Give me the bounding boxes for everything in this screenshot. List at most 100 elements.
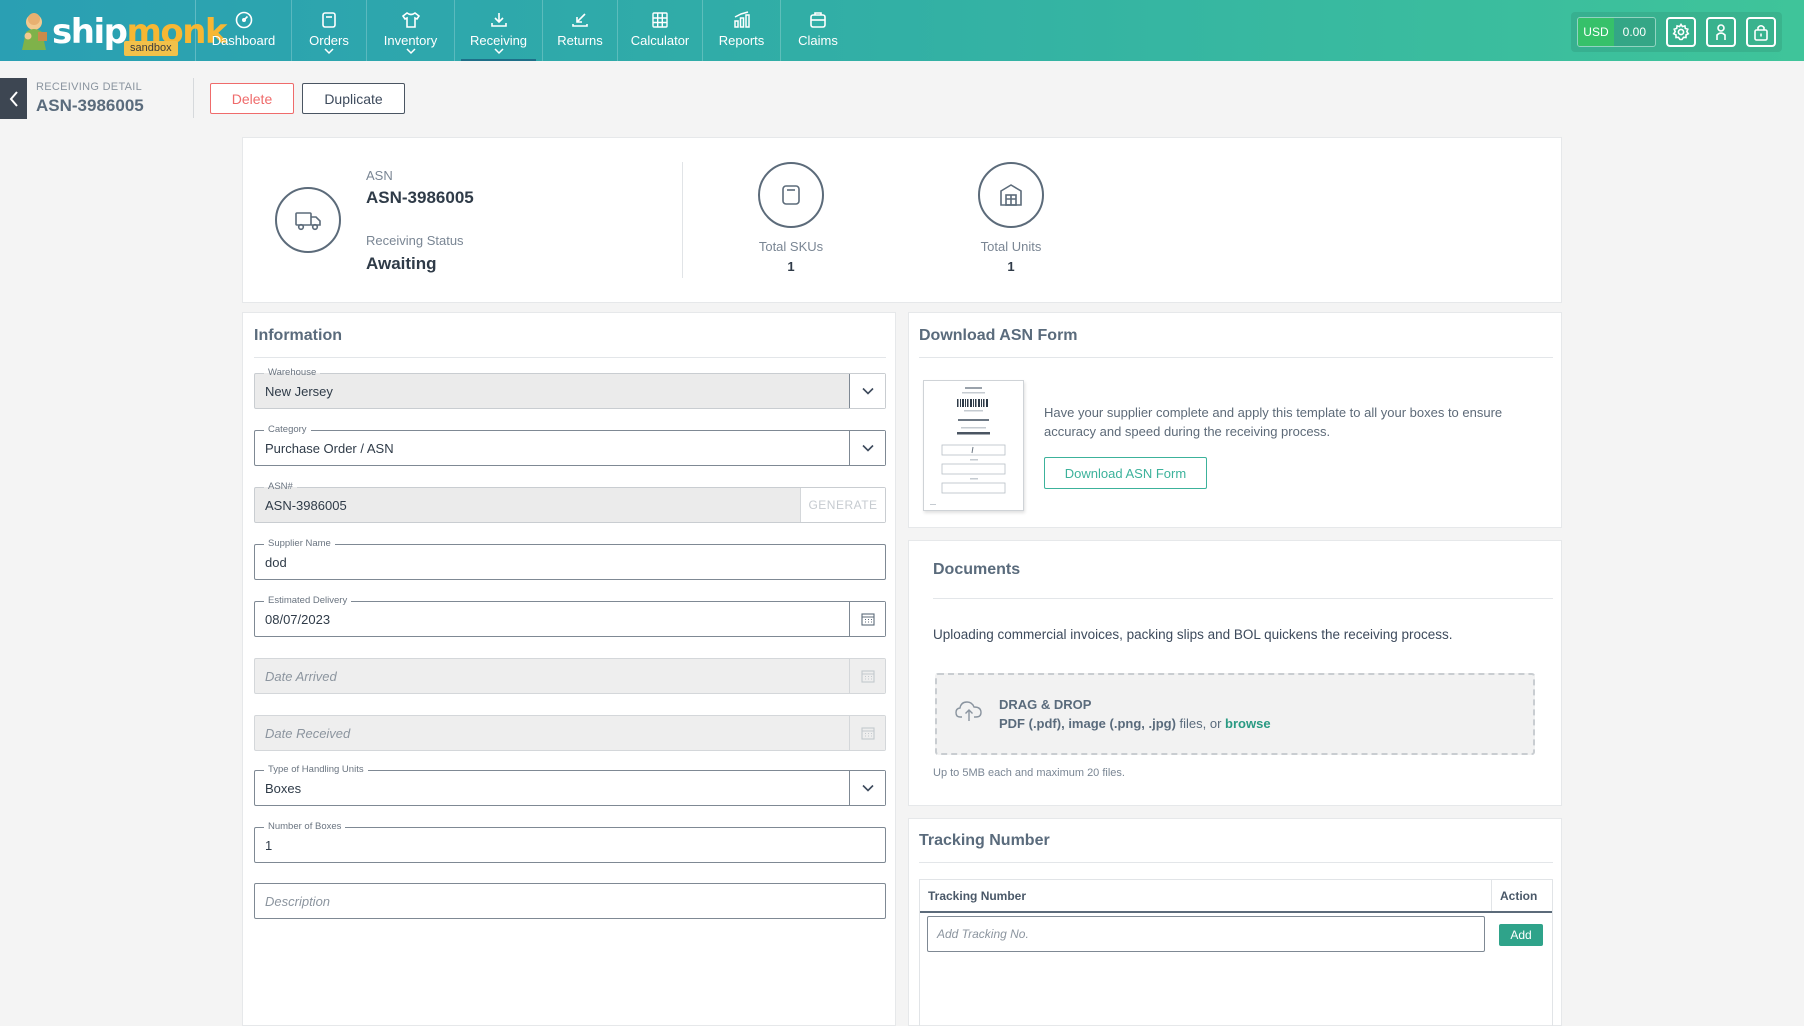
calculator-icon [652, 12, 668, 28]
asn-number-field[interactable]: ASN# ASN-3986005 GENERATE [254, 481, 886, 523]
tracking-table: Tracking Number Action Add Tracking No. … [919, 879, 1553, 1026]
column-header-tracking-number: Tracking Number [920, 880, 1492, 912]
date-received-input[interactable]: Date Received [254, 715, 886, 751]
truck-icon-badge [275, 187, 341, 253]
main-nav: Dashboard Orders Inventory Receiving Ret… [196, 0, 855, 61]
download-asn-title: Download ASN Form [919, 327, 1078, 344]
user-icon [1716, 24, 1726, 40]
total-units-label: Total Units [980, 239, 1042, 254]
handling-units-select[interactable]: Type of Handling Units Boxes [254, 764, 886, 806]
nav-reports[interactable]: Reports [703, 0, 781, 61]
documents-title: Documents [933, 561, 1021, 578]
asn-label: ASN [366, 168, 393, 183]
duplicate-button[interactable]: Duplicate [302, 83, 405, 114]
file-drop-zone[interactable]: DRAG & DROP PDF (.pdf), image (.png, .jp… [935, 673, 1535, 755]
nav-inventory[interactable]: Inventory [367, 0, 455, 61]
category-select[interactable]: Category Purchase Order / ASN [254, 424, 886, 466]
chevron-left-icon [9, 90, 18, 107]
user-account-button[interactable] [1706, 17, 1736, 47]
handling-units-dropdown-toggle[interactable] [849, 771, 885, 805]
asn-summary-card: ASN ASN-3986005 Receiving Status Awaitin… [242, 137, 1562, 303]
nav-claims[interactable]: Claims [781, 0, 855, 61]
total-units-value: 1 [1007, 259, 1015, 274]
shirt-icon [401, 12, 420, 28]
logout-button[interactable] [1746, 17, 1776, 47]
lock-icon [1754, 24, 1768, 41]
number-of-boxes-input[interactable]: Number of Boxes 1 [254, 821, 886, 863]
nav-orders[interactable]: Orders [292, 0, 367, 61]
nav-dashboard[interactable]: Dashboard [196, 0, 292, 61]
tracking-title: Tracking Number [919, 832, 1050, 849]
page-title: ASN-3986005 [36, 96, 144, 115]
currency-code: USD [1578, 18, 1614, 46]
receiving-status-label: Receiving Status [366, 233, 464, 248]
total-skus-label: Total SKUs [758, 239, 824, 254]
browse-link[interactable]: browse [1225, 716, 1271, 731]
category-dropdown-toggle[interactable] [849, 431, 885, 465]
sandbox-badge: sandbox [124, 41, 178, 56]
account-tools: USD 0.00 [1571, 12, 1782, 52]
chevron-down-icon [861, 784, 874, 792]
information-card: Information Warehouse New Jersey Categor… [242, 312, 896, 1026]
estimated-delivery-input[interactable]: Estimated Delivery 08/07/2023 [254, 595, 886, 637]
chevron-down-icon [493, 48, 504, 55]
claims-icon [810, 12, 826, 28]
calendar-icon [860, 613, 875, 626]
receiving-icon [490, 13, 507, 27]
download-asn-card: Download ASN Form Have your supplier com… [908, 312, 1562, 528]
add-tracking-button[interactable]: Add [1499, 924, 1543, 946]
warehouse-dropdown-toggle[interactable] [849, 374, 885, 408]
section-divider [933, 598, 1553, 599]
estimated-delivery-calendar-button[interactable] [849, 602, 885, 636]
nav-returns[interactable]: Returns [543, 0, 618, 61]
section-divider [254, 357, 886, 358]
date-received-calendar-button[interactable] [849, 716, 885, 750]
documents-card: Documents Uploading commercial invoices,… [908, 540, 1562, 806]
shipmonk-logo[interactable]: shipmonk sandbox [0, 0, 228, 61]
chevron-down-icon [405, 48, 416, 55]
generate-asn-button[interactable]: GENERATE [800, 488, 885, 522]
balance-amount: 0.00 [1613, 18, 1655, 46]
balance-display[interactable]: USD 0.00 [1577, 17, 1656, 47]
top-navigation-bar: shipmonk sandbox Dashboard Orders Invent… [0, 0, 1804, 61]
documents-intro: Uploading commercial invoices, packing s… [933, 627, 1453, 642]
tracking-number-card: Tracking Number Tracking Number Action A… [908, 818, 1562, 1026]
asn-form-preview [923, 380, 1024, 511]
asn-form-thumbnail-icon [930, 387, 1006, 505]
download-description: Have your supplier complete and apply th… [1044, 405, 1503, 439]
monk-mascot-icon [22, 13, 47, 50]
nav-calculator[interactable]: Calculator [618, 0, 703, 61]
dashboard-icon [235, 11, 252, 29]
back-button[interactable] [0, 78, 27, 119]
returns-icon [572, 13, 588, 27]
chevron-down-icon [861, 387, 874, 395]
warehouse-select[interactable]: Warehouse New Jersey [254, 367, 886, 409]
delete-button[interactable]: Delete [210, 83, 294, 114]
table-header-underline [920, 911, 1552, 913]
nav-receiving[interactable]: Receiving [455, 0, 543, 61]
date-arrived-calendar-button[interactable] [849, 659, 885, 693]
box-icon [782, 185, 800, 205]
gear-icon [1672, 23, 1690, 41]
description-input[interactable]: Description [254, 883, 886, 919]
supplier-name-input[interactable]: Supplier Name dod [254, 538, 886, 580]
section-divider [919, 357, 1553, 358]
units-icon-badge [978, 162, 1044, 228]
sku-icon-badge [758, 162, 824, 228]
drag-drop-hint: PDF (.pdf), image (.png, .jpg) files, or… [999, 716, 1271, 731]
tracking-number-input[interactable]: Add Tracking No. [927, 916, 1485, 952]
total-skus-value: 1 [787, 259, 795, 274]
header-divider [193, 78, 194, 118]
download-asn-form-button[interactable]: Download ASN Form [1044, 457, 1207, 489]
calendar-icon [860, 727, 875, 740]
settings-button[interactable] [1666, 17, 1696, 47]
drag-drop-title: DRAG & DROP [999, 697, 1092, 712]
date-arrived-input[interactable]: Date Arrived [254, 658, 886, 694]
receiving-status-value: Awaiting [366, 254, 437, 273]
upload-limit-note: Up to 5MB each and maximum 20 files. [933, 767, 1125, 779]
cloud-upload-icon [955, 701, 982, 721]
summary-divider [682, 162, 683, 278]
section-divider [919, 862, 1553, 863]
calendar-icon [860, 670, 875, 683]
orders-icon [322, 12, 336, 28]
